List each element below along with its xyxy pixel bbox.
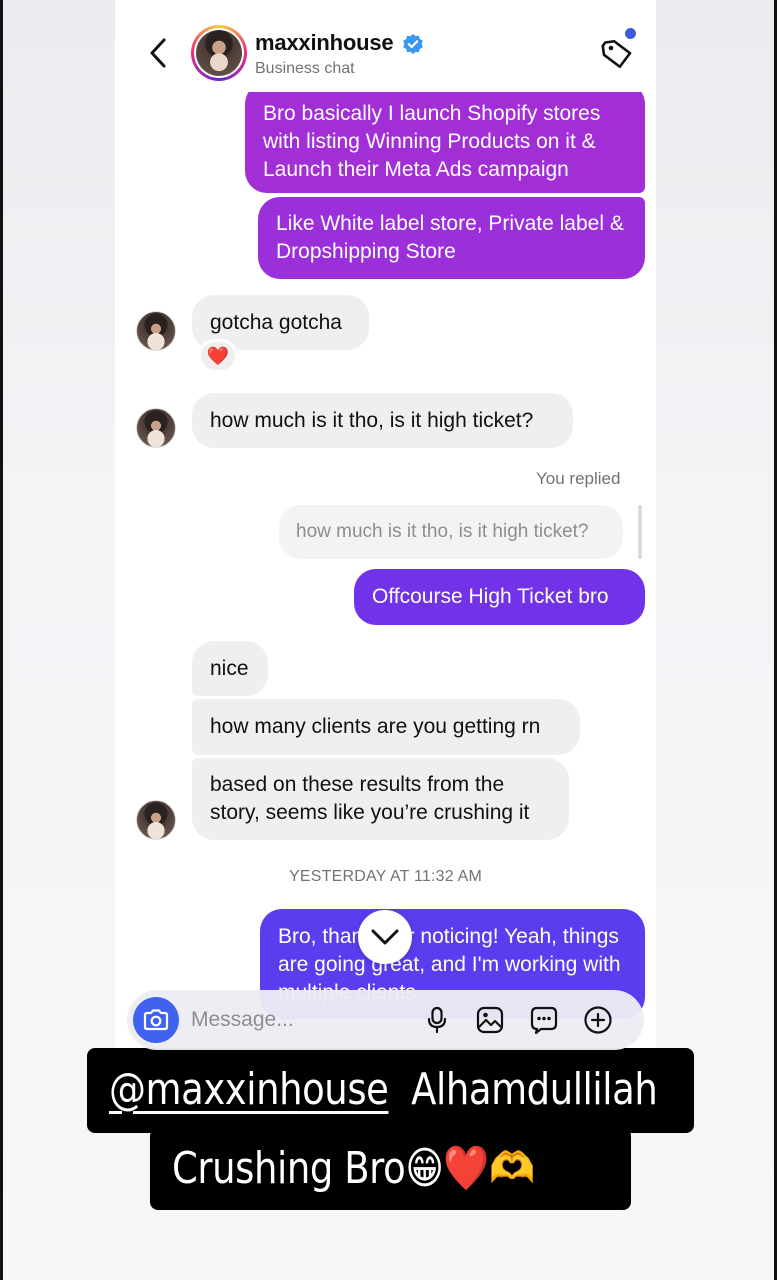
gallery-icon[interactable] [475, 1005, 505, 1035]
frame-left [0, 0, 3, 1280]
message-text: nice [210, 656, 249, 680]
back-button[interactable] [145, 36, 171, 70]
message-text: based on these results from the story, s… [210, 773, 530, 824]
verified-icon [403, 34, 423, 54]
contact-name[interactable]: maxxinhouse [255, 30, 394, 56]
contact-avatar[interactable] [191, 25, 247, 81]
caption-text: Alhamdullilah [411, 1064, 658, 1115]
quoted-text: how much is it tho, is it high ticket? [296, 521, 589, 542]
add-icon[interactable] [583, 1005, 613, 1035]
chat-screen: maxxinhouse Business chat Bro basically … [115, 0, 656, 1050]
message-outgoing[interactable]: Offcourse High Ticket bro [354, 569, 645, 625]
chat-header: maxxinhouse Business chat [115, 0, 656, 92]
chevron-down-icon [371, 929, 399, 945]
message-input[interactable] [191, 1004, 411, 1036]
message-text: how many clients are you getting rn [210, 715, 541, 738]
message-incoming[interactable]: how many clients are you getting rn [192, 699, 580, 755]
caption-line-2: Crushing Bro😁❤️🫶 [150, 1128, 631, 1210]
message-text: Like White label store, Private label & … [276, 212, 624, 263]
date-separator: YESTERDAY AT 11:32 AM [288, 868, 483, 885]
message-text: Offcourse High Ticket bro [372, 585, 609, 608]
camera-button[interactable] [133, 997, 179, 1043]
sticker-icon[interactable] [529, 1005, 559, 1035]
quote-bar [638, 505, 642, 559]
scroll-down-button[interactable] [358, 910, 412, 964]
sender-avatar[interactable] [136, 311, 176, 351]
caption-text: Crushing Bro😁❤️🫶 [172, 1143, 535, 1194]
avatar-image [196, 30, 242, 76]
caption-line-1: @maxxinhouse Alhamdullilah [87, 1048, 694, 1133]
message-incoming[interactable]: nice [192, 641, 268, 696]
heart-reaction[interactable]: ❤️ [198, 339, 238, 373]
replied-label: You replied [536, 469, 621, 488]
camera-icon [143, 1009, 169, 1031]
message-text: how much is it tho, is it high ticket? [210, 408, 534, 432]
message-outgoing[interactable]: Like White label store, Private label & … [258, 197, 645, 279]
microphone-icon[interactable] [422, 1005, 452, 1035]
quoted-message[interactable]: how much is it tho, is it high ticket? [279, 505, 623, 559]
label-button[interactable] [599, 36, 635, 72]
message-incoming[interactable]: based on these results from the story, s… [192, 758, 569, 840]
sender-avatar[interactable] [136, 800, 176, 840]
message-text: Bro basically I launch Shopify stores wi… [263, 101, 601, 181]
caption-mention[interactable]: @maxxinhouse [109, 1064, 389, 1115]
label-icon [601, 39, 632, 69]
contact-subtitle: Business chat [255, 60, 355, 77]
heart-icon: ❤️ [206, 345, 230, 366]
sender-avatar[interactable] [136, 408, 176, 448]
message-incoming[interactable]: how much is it tho, is it high ticket? [192, 393, 573, 448]
notification-dot [625, 28, 636, 39]
back-icon [150, 38, 166, 68]
message-composer [127, 990, 644, 1050]
message-text: gotcha gotcha [210, 310, 342, 334]
message-outgoing[interactable]: Bro basically I launch Shopify stores wi… [245, 82, 645, 193]
